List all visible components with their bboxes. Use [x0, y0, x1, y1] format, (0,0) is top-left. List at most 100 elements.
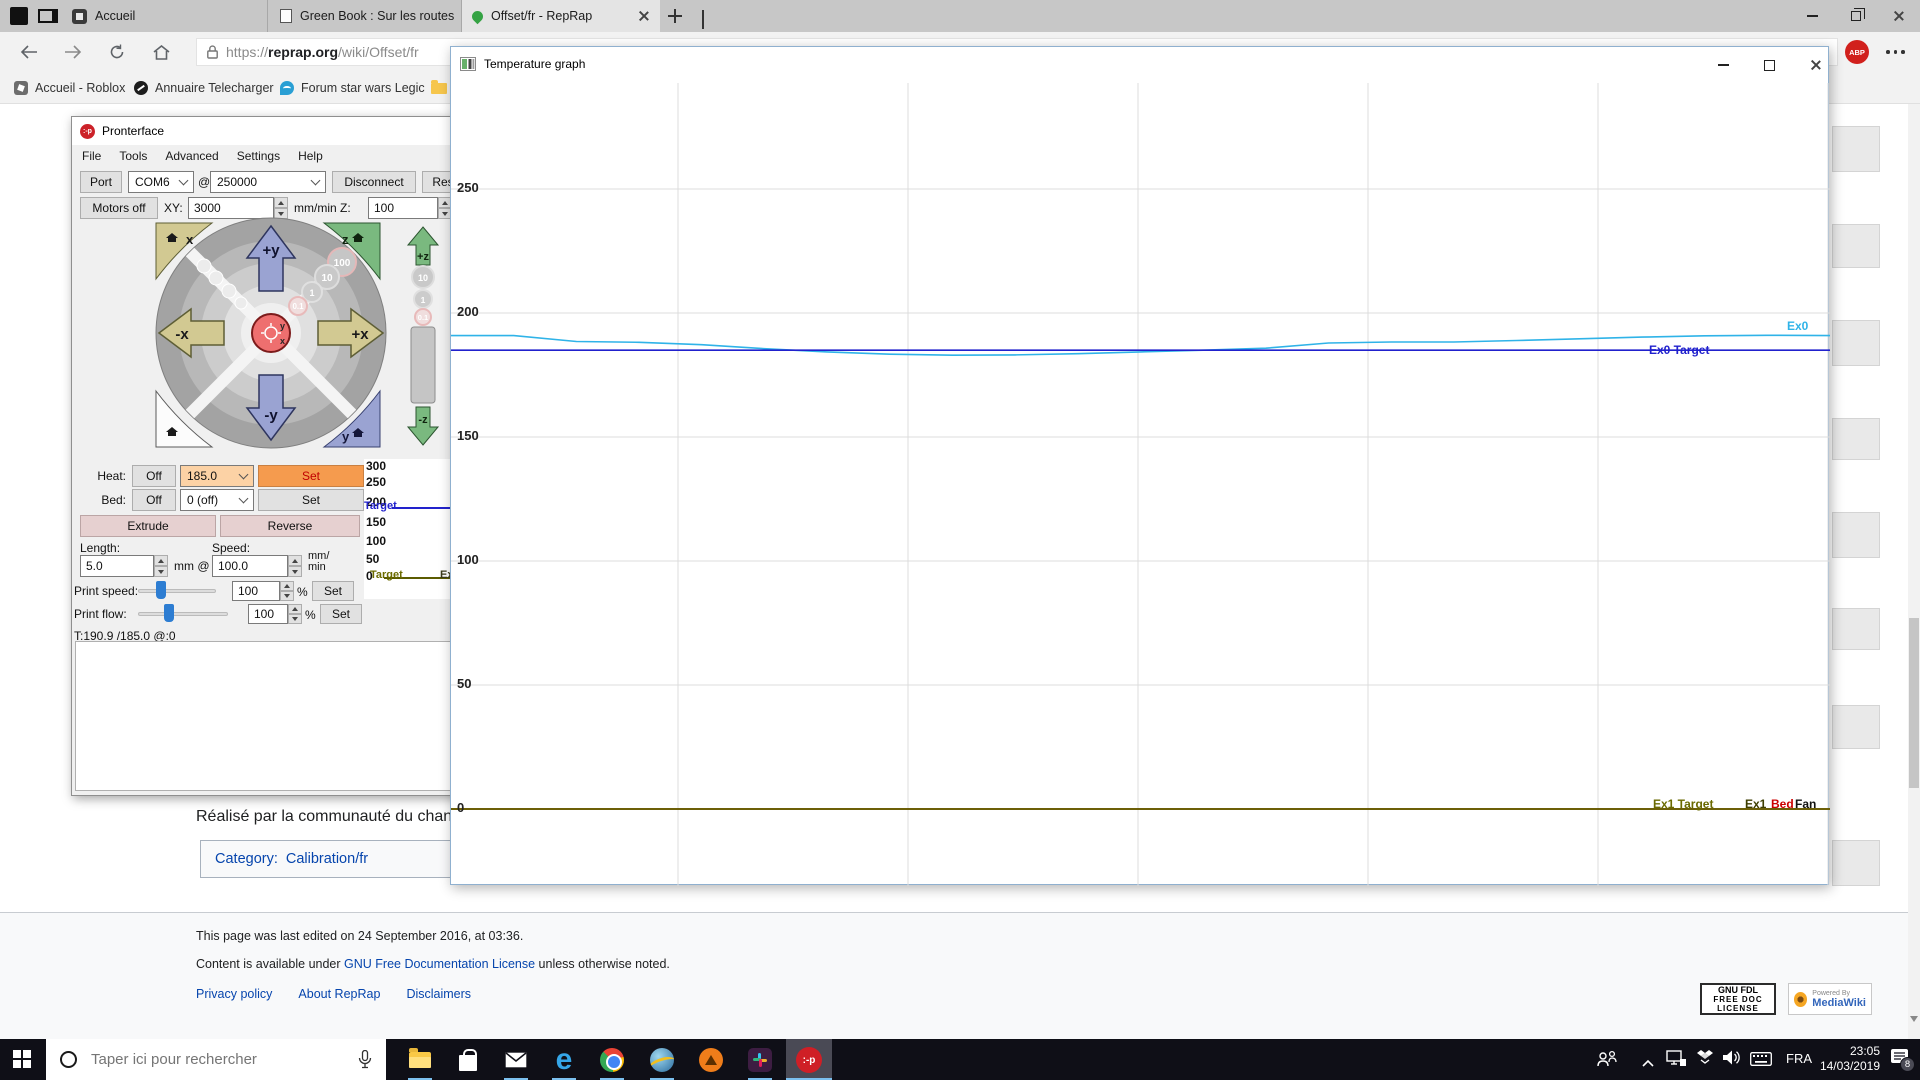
bed-set-button[interactable]: Set — [258, 489, 364, 511]
refresh-button[interactable] — [102, 38, 132, 66]
jog-minus-z-button[interactable] — [406, 406, 440, 446]
temp-close-button[interactable] — [1800, 55, 1832, 75]
taskbar-mail-icon[interactable] — [502, 1046, 530, 1074]
spin-up[interactable] — [280, 581, 294, 591]
tray-language[interactable]: FRA — [1786, 1051, 1812, 1080]
mediawiki-badge[interactable]: Powered By MediaWiki — [1788, 983, 1872, 1015]
bed-off-button[interactable]: Off — [132, 489, 176, 511]
tray-dropbox-icon[interactable] — [1696, 1050, 1714, 1071]
about-link[interactable]: About RepRap — [298, 987, 380, 1001]
heat-temp-combo[interactable]: 185.0 — [180, 465, 254, 487]
bookmark-roblox[interactable]: Accueil - Roblox — [14, 72, 125, 104]
adblock-plus-icon[interactable]: ABP — [1845, 40, 1869, 64]
taskbar-search[interactable] — [46, 1039, 386, 1080]
tab-green-book[interactable]: Green Book : Sur les routes — [270, 0, 462, 32]
tray-clock[interactable]: 23:05 14/03/2019 — [1818, 1044, 1880, 1080]
print-speed-set-button[interactable]: Set — [312, 581, 354, 601]
license-link[interactable]: GNU Free Documentation License — [344, 957, 535, 971]
disclaimers-link[interactable]: Disclaimers — [406, 987, 471, 1001]
print-speed-input[interactable]: 100 — [232, 581, 280, 601]
print-flow-stepper[interactable] — [288, 604, 302, 624]
extrude-speed-input[interactable]: 100.0 — [212, 555, 288, 577]
print-flow-slider-thumb[interactable] — [164, 604, 174, 622]
port-combo[interactable]: COM6 — [128, 171, 194, 193]
start-button[interactable] — [13, 1050, 31, 1073]
spin-down[interactable] — [288, 614, 302, 624]
taskbar-slack-icon[interactable] — [746, 1046, 774, 1074]
print-speed-slider-thumb[interactable] — [156, 581, 166, 599]
tray-overflow-chevron[interactable] — [1642, 1054, 1654, 1072]
heat-off-button[interactable]: Off — [132, 465, 176, 487]
taskbar-chrome-icon[interactable] — [598, 1046, 626, 1074]
temp-maximize-button[interactable] — [1753, 55, 1785, 75]
more-options-button[interactable] — [1886, 50, 1908, 54]
print-speed-stepper[interactable] — [280, 581, 294, 601]
edge-close-button[interactable] — [1878, 0, 1920, 32]
jog-control[interactable]: x z y +y -y -x +x 100 10 1 0.1 y x +z 10… — [146, 213, 446, 458]
tab-reprap-active[interactable]: Offset/fr - RepRap — [462, 0, 660, 32]
spin-up[interactable] — [274, 197, 288, 208]
bookmark-forum[interactable]: Forum star wars Legic — [280, 72, 425, 104]
extrude-speed-stepper[interactable] — [288, 555, 302, 577]
taskbar-edge-icon[interactable]: e — [550, 1045, 578, 1075]
taskbar-pronterface-cell[interactable]: :-p — [786, 1039, 832, 1080]
menu-advanced[interactable]: Advanced — [165, 149, 218, 163]
page-scrollbar[interactable] — [1908, 104, 1920, 1039]
heat-set-button[interactable]: Set — [258, 465, 364, 487]
bookmark-annuaire[interactable]: Annuaire Telecharger — [134, 72, 274, 104]
port-button[interactable]: Port — [80, 171, 122, 193]
search-input[interactable] — [89, 1050, 339, 1069]
tab-accueil[interactable]: Accueil — [62, 0, 268, 32]
print-flow-input[interactable]: 100 — [248, 604, 288, 624]
taskbar-explorer-icon[interactable] — [406, 1046, 434, 1074]
print-flow-slider[interactable] — [138, 612, 228, 616]
spin-up[interactable] — [154, 555, 168, 566]
category-link[interactable]: Calibration/fr — [286, 851, 368, 867]
tabs-preview-icon[interactable] — [10, 7, 28, 25]
category-label[interactable]: Category: — [215, 851, 278, 867]
menu-settings[interactable]: Settings — [237, 149, 280, 163]
temp-window-titlebar[interactable]: Temperature graph — [451, 47, 1828, 81]
tray-volume-icon[interactable] — [1722, 1049, 1741, 1071]
taskbar-store-icon[interactable] — [454, 1046, 482, 1074]
z-slider-track[interactable] — [410, 326, 436, 404]
menu-help[interactable]: Help — [298, 149, 323, 163]
taskbar-orange-a-app-icon[interactable] — [697, 1046, 725, 1074]
temp-minimize-button[interactable] — [1707, 55, 1739, 75]
home-button[interactable] — [146, 38, 176, 66]
length-stepper[interactable] — [154, 555, 168, 577]
baud-combo[interactable]: 250000 — [210, 171, 326, 193]
spin-up[interactable] — [288, 555, 302, 566]
spin-down[interactable] — [288, 566, 302, 577]
length-input[interactable]: 5.0 — [80, 555, 154, 577]
edge-minimize-button[interactable] — [1790, 0, 1834, 32]
print-flow-set-button[interactable]: Set — [320, 604, 362, 624]
forward-button[interactable] — [58, 38, 88, 66]
bookmark-folder[interactable] — [431, 72, 447, 104]
reverse-button[interactable]: Reverse — [220, 515, 360, 537]
tab-close-icon[interactable] — [638, 10, 650, 22]
print-speed-slider[interactable] — [138, 589, 216, 593]
taskbar-globe-app-icon[interactable] — [648, 1046, 676, 1074]
tray-network-icon[interactable] — [1666, 1050, 1686, 1072]
spin-down[interactable] — [154, 566, 168, 577]
tray-keyboard-icon[interactable] — [1750, 1052, 1772, 1071]
back-button[interactable] — [14, 38, 44, 66]
edge-restore-button[interactable] — [1834, 0, 1878, 32]
action-center-icon[interactable]: 8 — [1890, 1048, 1915, 1072]
privacy-policy-link[interactable]: Privacy policy — [196, 987, 272, 1001]
bed-temp-combo[interactable]: 0 (off) — [180, 489, 254, 511]
gnu-fdl-badge[interactable]: GNU FDL FREE DOC LICENSE — [1700, 983, 1776, 1015]
spin-up[interactable] — [288, 604, 302, 614]
microphone-icon[interactable] — [358, 1050, 372, 1069]
taskbar-pronterface-icon[interactable]: :-p — [795, 1046, 823, 1074]
tray-people-icon[interactable] — [1596, 1050, 1618, 1073]
tab-list-button[interactable] — [702, 10, 704, 29]
scrollbar-down-arrow[interactable] — [1910, 1016, 1918, 1022]
scrollbar-thumb[interactable] — [1909, 618, 1919, 788]
menu-file[interactable]: File — [82, 149, 101, 163]
jog-center-button[interactable] — [251, 313, 291, 353]
extrude-button[interactable]: Extrude — [80, 515, 216, 537]
disconnect-button[interactable]: Disconnect — [332, 171, 416, 193]
set-tabs-aside-icon[interactable] — [38, 9, 58, 23]
